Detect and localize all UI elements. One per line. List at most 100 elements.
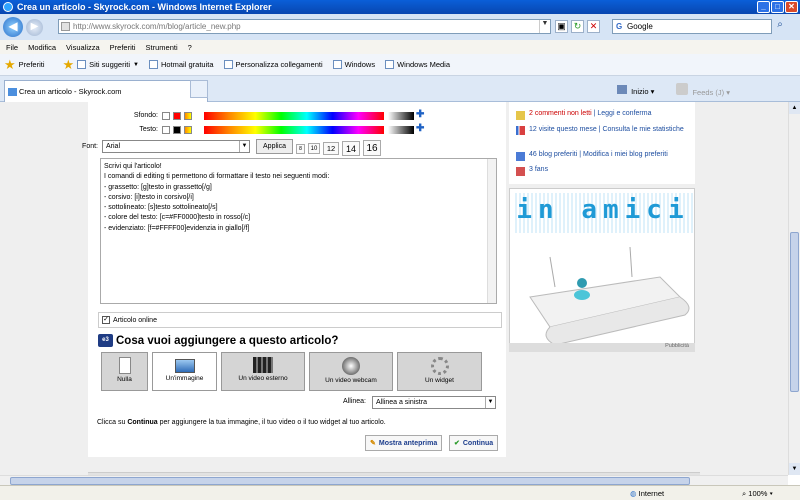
preview-button[interactable]: ✎ Mostra anteprima	[365, 435, 443, 451]
sfondo-plus-icon[interactable]: ✚	[416, 109, 424, 120]
testo-color-slider[interactable]	[204, 126, 384, 134]
scroll-thumb[interactable]	[790, 232, 799, 392]
continue-button[interactable]: ✔ Continua	[449, 435, 499, 451]
sfondo-label: Sfondo:	[133, 112, 158, 119]
new-tab-button[interactable]	[190, 80, 208, 98]
editor-line: - grassetto: [g]testo in grassetto[/g]	[104, 183, 212, 191]
hscroll-thumb[interactable]	[10, 477, 690, 485]
fav-personalizza[interactable]: Personalizza collegamenti	[223, 60, 323, 69]
swatch-orange[interactable]	[184, 126, 192, 134]
fav-siti-suggeriti[interactable]: Siti suggeriti ▼	[77, 60, 139, 69]
link-page-icon	[223, 60, 233, 69]
option-video-esterno[interactable]: Un video esterno	[221, 352, 305, 391]
align-select[interactable]: Allinea a sinistra ▼	[372, 396, 496, 409]
fans-link[interactable]: 3 fans	[529, 166, 548, 176]
forward-button[interactable]: ▶	[26, 18, 43, 36]
menu-strumenti[interactable]: Strumenti	[146, 43, 178, 52]
option-video-webcam[interactable]: Un video webcam	[309, 352, 393, 391]
internet-zone: ◍ Internet	[630, 489, 664, 498]
online-checkbox[interactable]: ✓	[102, 316, 110, 324]
sfondo-swatches	[162, 112, 192, 120]
sidebar-fans: 3 fans	[516, 166, 548, 176]
apply-button[interactable]: Applica	[256, 139, 293, 154]
option-immagine[interactable]: Un'immagine	[152, 352, 217, 391]
sfondo-color-slider[interactable]	[204, 112, 384, 120]
swatch-black[interactable]	[173, 126, 181, 134]
minimize-button[interactable]: _	[757, 1, 770, 13]
home-button[interactable]: Inizio ▾	[617, 84, 654, 96]
chevron-down-icon: ▼	[485, 397, 495, 408]
menu-modifica[interactable]: Modifica	[28, 43, 56, 52]
fav-hotmail[interactable]: Hotmail gratuita	[148, 60, 214, 69]
scroll-up-icon[interactable]: ▲	[789, 102, 800, 114]
menu-preferiti[interactable]: Preferiti	[110, 43, 136, 52]
tab-crea-articolo[interactable]: Crea un articolo - Skyrock.com	[4, 80, 208, 102]
option-nulla[interactable]: Nulla	[101, 352, 148, 391]
stats-icon	[516, 126, 525, 135]
zoom-control[interactable]: ⌕ 100% ▾	[742, 489, 773, 499]
tab-bar: Crea un articolo - Skyrock.com Inizio ▾ …	[0, 76, 800, 102]
horizontal-scrollbar[interactable]	[0, 475, 788, 485]
size-8-button[interactable]: 8	[296, 144, 305, 154]
sfondo-grey-slider[interactable]	[388, 112, 414, 120]
size-12-button[interactable]: 12	[323, 142, 339, 155]
vertical-scrollbar[interactable]: ▲ ▼	[788, 102, 800, 475]
swatch-white[interactable]	[162, 126, 170, 134]
swatch-white[interactable]	[162, 112, 170, 120]
menu-help[interactable]: ?	[188, 43, 192, 52]
attach-heading-text: Cosa vuoi aggiungere a questo articolo?	[116, 334, 339, 347]
option-widget[interactable]: Un widget	[397, 352, 482, 391]
testo-grey-slider[interactable]	[388, 126, 414, 134]
stats-link[interactable]: Consulta le mie statistiche	[602, 126, 683, 133]
align-value: Allinea a sinistra	[376, 399, 427, 406]
article-textarea[interactable]: Scrivi qui l'articolo! I comandi di edit…	[100, 158, 497, 304]
address-field[interactable]: http://www.skyrock.com/m/blog/article_ne…	[58, 19, 551, 34]
testo-plus-icon[interactable]: ✚	[416, 123, 424, 134]
webcam-icon	[342, 357, 360, 375]
search-input[interactable]: G Google	[612, 19, 772, 34]
image-icon	[174, 359, 195, 373]
favorites-button[interactable]: Preferiti	[19, 60, 45, 69]
fav-windows[interactable]: Windows	[332, 60, 375, 69]
editor-line: - sottolineato: [s]testo sottolineato[/s…	[104, 204, 218, 212]
search-icon[interactable]: ⌕	[773, 19, 787, 34]
close-button[interactable]: ✕	[785, 1, 798, 13]
fav-label: Siti suggeriti	[89, 60, 131, 69]
zone-label: Internet	[638, 489, 665, 498]
font-select[interactable]: Arial ▼	[102, 140, 250, 153]
visits-count: 12	[529, 126, 537, 133]
add-favorite-icon[interactable]: ★	[63, 57, 75, 73]
continue-hint: Clicca su Continua per aggiungere la tua…	[97, 419, 386, 426]
scroll-down-icon[interactable]: ▼	[789, 463, 800, 475]
tab-page-icon	[8, 88, 17, 96]
feeds-button[interactable]: Feeds (J) ▾	[676, 83, 730, 97]
online-label: Articolo online	[113, 316, 157, 324]
swatch-orange[interactable]	[184, 112, 192, 120]
advertisement[interactable]: in amici	[509, 188, 695, 352]
online-row: ✓ Articolo online	[98, 312, 502, 328]
refresh-icon[interactable]: ↻	[571, 20, 584, 33]
hint-bold: Continua	[127, 419, 158, 426]
menu-file[interactable]: File	[6, 43, 18, 52]
size-16-button[interactable]: 16	[363, 140, 381, 156]
ad-title: in amici	[516, 195, 690, 225]
address-dropdown-icon[interactable]: ▼	[539, 20, 550, 33]
compatibility-icon[interactable]: ▣	[555, 20, 568, 33]
menu-visualizza[interactable]: Visualizza	[66, 43, 100, 52]
swatch-red[interactable]	[173, 112, 181, 120]
fav-windows-media[interactable]: Windows Media	[385, 60, 450, 69]
edit-favorites-link[interactable]: Modifica i miei blog preferiti	[583, 151, 668, 158]
stop-icon[interactable]: ✕	[587, 20, 600, 33]
confirm-link[interactable]: Leggi e conferma	[597, 110, 651, 117]
editor-scrollbar[interactable]	[487, 159, 496, 303]
align-label: Allinea:	[343, 398, 366, 405]
back-button[interactable]: ◀	[3, 17, 23, 37]
maximize-button[interactable]: □	[771, 1, 784, 13]
visits-text: visite questo mese	[536, 126, 597, 133]
size-14-button[interactable]: 14	[342, 141, 360, 156]
favorites-star-icon[interactable]: ★	[4, 57, 16, 73]
size-10-button[interactable]: 10	[308, 143, 320, 154]
option-label: Un video webcam	[325, 377, 377, 384]
menu-bar: File Modifica Visualizza Preferiti Strum…	[0, 40, 800, 54]
comments-link[interactable]: 2 commenti non letti	[529, 110, 592, 117]
